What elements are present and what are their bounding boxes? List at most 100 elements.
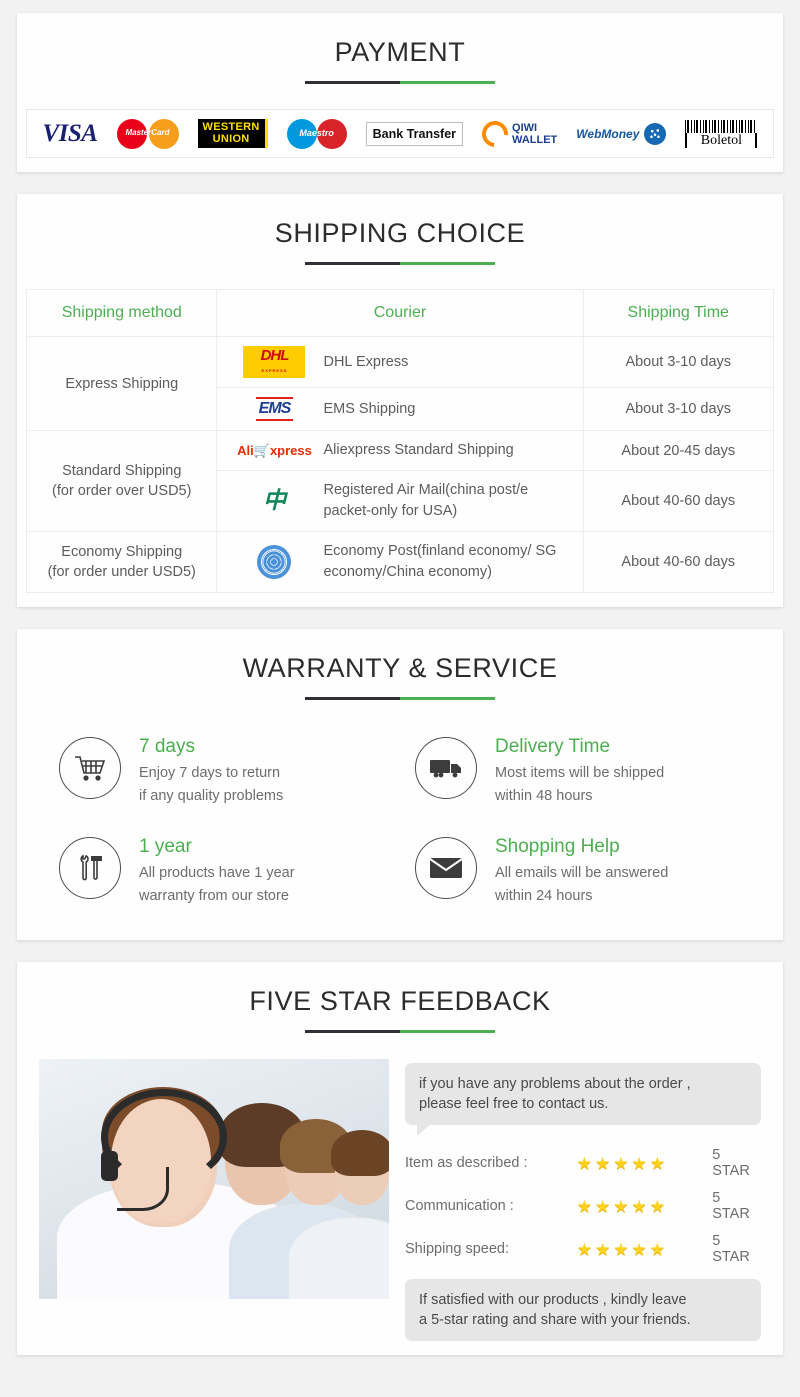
- courier-name: Registered Air Mail(china post/e packet-…: [323, 482, 529, 519]
- star-icon: ★: [649, 1153, 665, 1173]
- warranty-line1: Enjoy 7 days to return: [139, 765, 281, 781]
- cell-method: Economy Shipping (for order under USD5): [25, 531, 218, 593]
- truck-icon: [415, 737, 477, 799]
- cell-method-line1: Economy Shipping: [61, 544, 183, 560]
- star-icon: ★: [576, 1153, 592, 1173]
- table-row: Economy Shipping (for order under USD5) …: [25, 531, 774, 593]
- rating-value: 5 STAR: [712, 1233, 750, 1265]
- star-icon: ★: [594, 1153, 611, 1173]
- cell-method-line2: (for order over USD5): [52, 483, 192, 499]
- star-icon: ★: [576, 1196, 592, 1216]
- cell-method-line1: Standard Shipping: [62, 463, 182, 479]
- cell-courier: Economy Post(finland economy/ SG economy…: [216, 531, 584, 593]
- warranty-grid: 7 days Enjoy 7 days to return if any qua…: [59, 734, 741, 908]
- aliexpress-label-1: Ali: [237, 442, 254, 458]
- rating-value: 5 STAR: [712, 1147, 750, 1179]
- star-icon: ★: [613, 1239, 629, 1259]
- column-header-method: Shipping method: [25, 289, 218, 337]
- rating-row-item-as-described: Item as described : ★ ★ ★ ★ ★ 5 STAR: [405, 1147, 761, 1179]
- warranty-line1: All emails will be answered: [495, 865, 669, 881]
- column-header-time: Shipping Time: [582, 289, 774, 337]
- rating-label: Shipping speed:: [405, 1241, 509, 1257]
- shopping-cart-icon: [59, 737, 121, 799]
- star-icon: ★: [613, 1196, 629, 1216]
- rating-request-line1: If satisfied with our products , kindly …: [419, 1292, 687, 1308]
- dhl-sub-label: EXPRESS: [261, 368, 288, 373]
- cell-time: About 40-60 days: [582, 531, 774, 593]
- warranty-item-returns: 7 days Enjoy 7 days to return if any qua…: [59, 734, 385, 808]
- warranty-heading: 7 days: [139, 736, 195, 757]
- cell-courier: 中 Registered Air Mail(china post/e packe…: [216, 470, 584, 532]
- rating-row-communication: Communication : ★ ★ ★ ★ ★ 5 STAR: [405, 1190, 761, 1222]
- title-underline: [305, 81, 495, 84]
- customer-service-team-photo: [39, 1059, 389, 1299]
- ems-logo: EMS: [237, 397, 311, 421]
- visa-logo: VISA: [42, 119, 98, 147]
- webmoney-logo: WebMoney: [576, 114, 667, 154]
- rating-rows: Item as described : ★ ★ ★ ★ ★ 5 STAR Com…: [405, 1147, 761, 1265]
- cell-time: About 3-10 days: [582, 387, 774, 431]
- star-icon: ★: [576, 1239, 592, 1259]
- star-icon: ★: [594, 1196, 611, 1216]
- feedback-section: FIVE STAR FEEDBACK if you have any probl…: [17, 962, 783, 1355]
- cell-time: About 40-60 days: [582, 470, 774, 532]
- product-description-page: PAYMENT VISA MasterCard WESTERN UNION Ma…: [0, 0, 800, 1397]
- cell-courier: DHL EXPRESS DHL Express: [216, 336, 584, 388]
- boleto-label: Boletol: [685, 132, 758, 148]
- cell-method: Express Shipping: [25, 336, 218, 431]
- aliexpress-cart-icon: 🛒: [253, 442, 270, 458]
- envelope-icon: [415, 837, 477, 899]
- rating-row-shipping-speed: Shipping speed: ★ ★ ★ ★ ★ 5 STAR: [405, 1233, 761, 1265]
- star-icon: ★: [613, 1153, 629, 1173]
- aliexpress-logo: Ali🛒xpress: [237, 442, 312, 459]
- qiwi-line2: WALLET: [512, 133, 558, 146]
- star-rating: ★ ★ ★ ★ ★: [577, 1198, 705, 1215]
- dhl-logo: DHL EXPRESS: [237, 346, 311, 378]
- title-underline: [305, 697, 495, 700]
- table-header-row: Shipping method Courier Shipping Time: [25, 289, 774, 337]
- western-union-line1: WESTERN: [202, 121, 260, 133]
- bank-transfer-logo: Bank Transfer: [365, 114, 464, 154]
- rating-value: 5 STAR: [712, 1190, 750, 1222]
- cell-time: About 20-45 days: [582, 430, 774, 471]
- maestro-logo: Maestro: [286, 114, 347, 154]
- barcode-icon: [685, 119, 758, 133]
- underline-green-half: [400, 262, 495, 265]
- table-row: Express Shipping DHL EXPRESS DHL Express…: [25, 336, 774, 431]
- payment-methods-strip: VISA MasterCard WESTERN UNION Maestro Ba…: [26, 109, 774, 158]
- dhl-label: DHL: [260, 347, 290, 364]
- underline-dark-half: [305, 1030, 400, 1033]
- un-emblem-icon: [257, 545, 292, 579]
- cell-courier: Ali🛒xpress Aliexpress Standard Shipping: [216, 430, 584, 471]
- western-union-logo: WESTERN UNION: [197, 114, 268, 154]
- warranty-line1: All products have 1 year: [139, 865, 295, 881]
- rating-request-line2: a 5-star rating and share with your frie…: [419, 1312, 691, 1328]
- qiwi-line1: QIWI: [512, 121, 538, 134]
- un-post-logo: [237, 545, 311, 579]
- underline-green-half: [400, 81, 495, 84]
- rating-label: Communication :: [405, 1198, 514, 1214]
- tools-icon: [59, 837, 121, 899]
- warranty-heading: 1 year: [139, 836, 192, 857]
- warranty-item-delivery: Delivery Time Most items will be shipped…: [415, 734, 741, 808]
- feedback-content: if you have any problems about the order…: [39, 1059, 761, 1341]
- star-icon: ★: [631, 1239, 647, 1259]
- feedback-details: if you have any problems about the order…: [405, 1059, 761, 1341]
- courier-name: DHL Express: [323, 353, 409, 370]
- shipping-section: SHIPPING CHOICE Shipping method Courier …: [17, 194, 783, 607]
- china-post-logo: 中: [237, 488, 311, 514]
- title-underline: [305, 262, 495, 265]
- underline-dark-half: [305, 262, 400, 265]
- cell-time: About 3-10 days: [582, 336, 774, 388]
- underline-green-half: [400, 1030, 495, 1033]
- column-header-courier: Courier: [216, 289, 584, 337]
- table-row: Standard Shipping (for order over USD5) …: [25, 430, 774, 532]
- china-post-glyph: 中: [262, 488, 286, 513]
- warranty-title: WARRANTY & SERVICE: [242, 653, 558, 683]
- maestro-label: Maestro: [299, 127, 334, 138]
- qiwi-q-icon: [476, 115, 514, 152]
- webmoney-globe-icon: [644, 122, 667, 145]
- underline-green-half: [400, 697, 495, 700]
- contact-message-line2: please feel free to contact us.: [419, 1096, 609, 1112]
- warranty-line2: warranty from our store: [139, 888, 289, 904]
